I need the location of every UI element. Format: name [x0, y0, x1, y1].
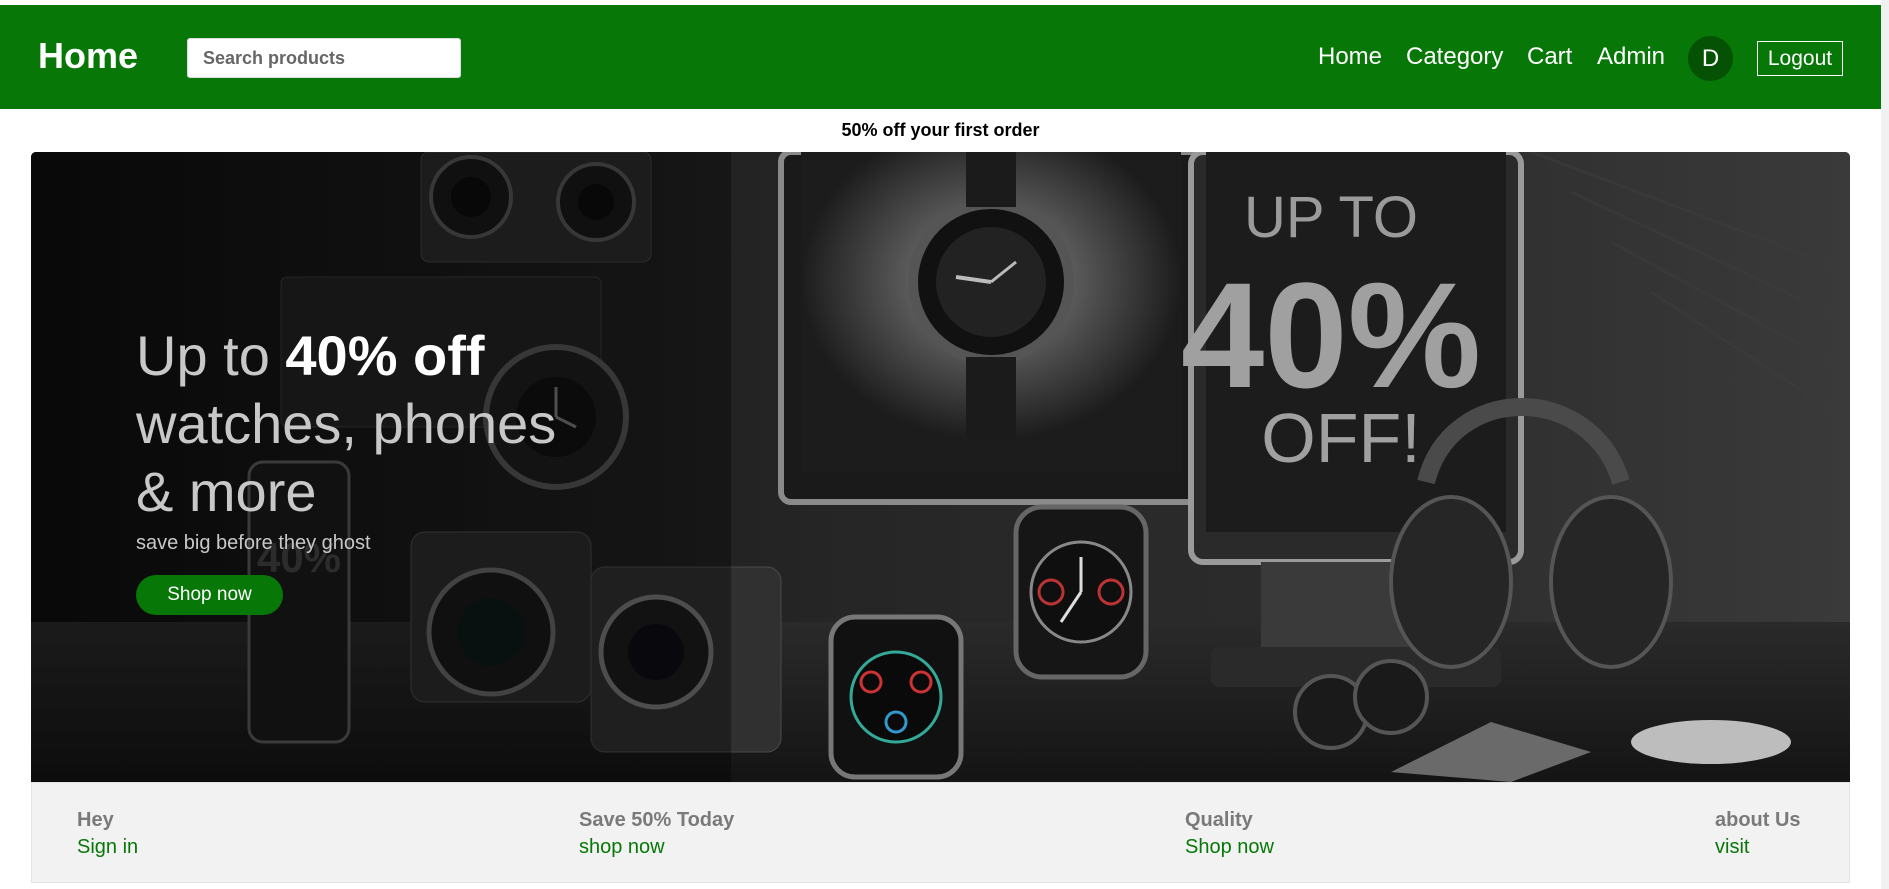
hero-sign-line1: UP TO	[1244, 185, 1418, 250]
nav-link-admin[interactable]: Admin	[1597, 43, 1665, 71]
avatar[interactable]: D	[1688, 36, 1733, 81]
hero-headline-line3: & more	[136, 460, 317, 523]
brand-title[interactable]: Home	[38, 35, 138, 77]
shop-now-button[interactable]: Shop now	[136, 575, 283, 615]
hero-headline-highlight: 40% off	[285, 324, 485, 387]
info-title: Hey	[77, 809, 114, 831]
shop-now-link[interactable]: Shop now	[1185, 836, 1274, 859]
hero-sign-line2: 40%	[1181, 251, 1481, 419]
sign-in-link[interactable]: Sign in	[77, 836, 138, 859]
info-bar: Hey Sign in Save 50% Today shop now Qual…	[31, 782, 1850, 883]
info-title: Save 50% Today	[579, 809, 735, 831]
info-title: Quality	[1185, 809, 1253, 831]
hero-banner: 40% UP TO 40% OFF! Up to 40% off watches…	[31, 152, 1850, 782]
hero-headline-lead: Up to	[136, 324, 286, 387]
hero-headline-line1: Up to 40% off	[136, 322, 556, 390]
navbar: Home Home Category Cart Admin D Logout	[0, 5, 1889, 109]
visit-link[interactable]: visit	[1715, 836, 1801, 859]
nav-link-home[interactable]: Home	[1318, 43, 1382, 71]
hero-subtitle: save big before they ghost	[136, 532, 371, 554]
search-input[interactable]	[187, 38, 461, 78]
nav-link-cart[interactable]: Cart	[1527, 43, 1572, 71]
hero-headline-line2: watches, phones	[136, 392, 557, 455]
scrollbar[interactable]	[1881, 0, 1889, 889]
info-column-quality: Quality Shop now	[1185, 809, 1274, 859]
promo-banner: 50% off your first order	[841, 120, 1040, 140]
info-column-hey: Hey Sign in	[77, 809, 138, 859]
nav-link-category[interactable]: Category	[1406, 43, 1503, 71]
logout-button[interactable]: Logout	[1757, 41, 1843, 76]
info-column-save: Save 50% Today shop now	[579, 809, 734, 859]
info-title: about Us	[1715, 809, 1801, 831]
hero-sign-line3: OFF!	[1261, 399, 1420, 477]
shop-now-link[interactable]: shop now	[579, 836, 734, 859]
info-column-about: about Us visit	[1715, 809, 1801, 859]
hero-text: Up to 40% off watches, phones & more sav…	[136, 322, 556, 615]
